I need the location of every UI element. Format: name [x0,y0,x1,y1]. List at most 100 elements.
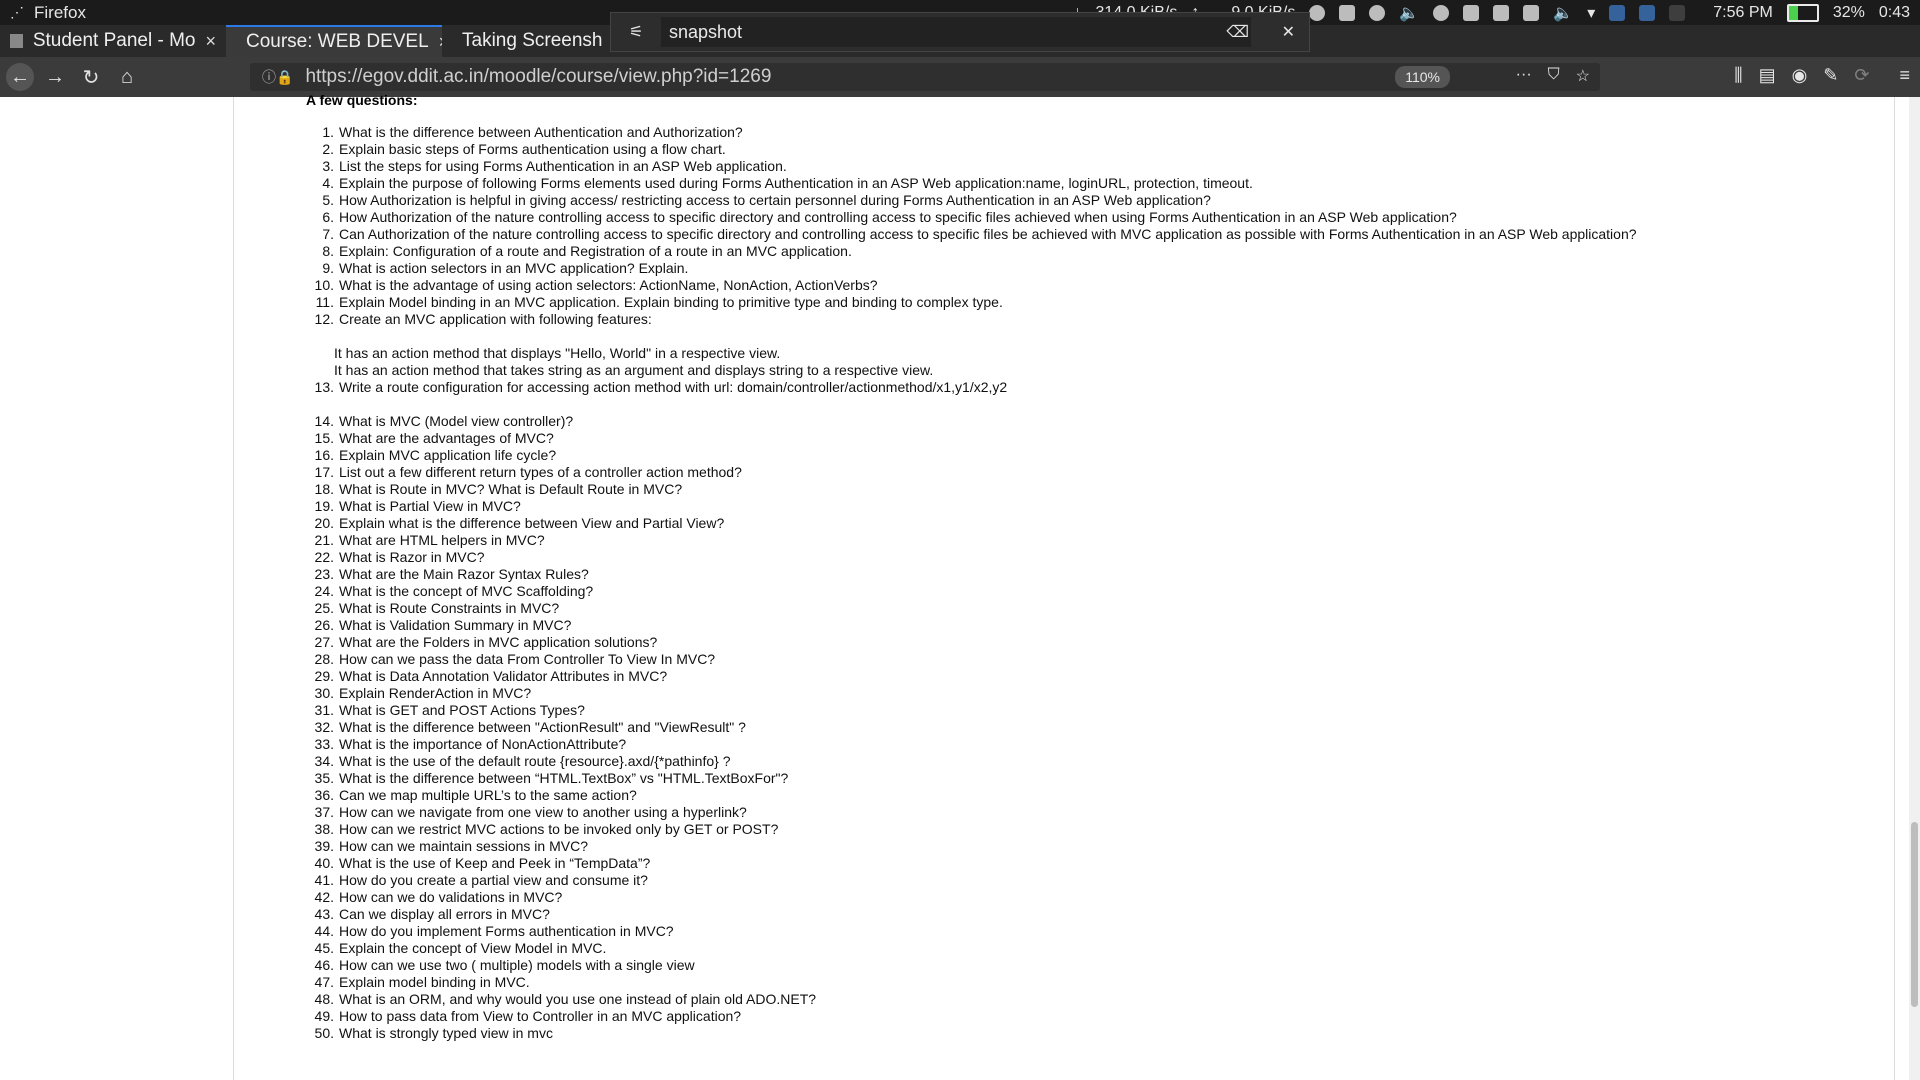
question-number: 44. [314,923,334,939]
close-popup-icon[interactable]: ✕ [1282,22,1295,42]
address-bar-actions: ··· ⛉ ☆ [1516,66,1590,86]
page-content: A few questions: 1. What is the differenc… [0,92,1920,1080]
question-text: List out a few different return types of… [339,464,742,480]
toolbar-right-icons: ⫼ ▤ ◉ ✎ ⟳ ≡ [1734,65,1910,86]
volume-icon[interactable]: 🔈 [1399,3,1419,23]
reload-icon[interactable]: ↻ [76,65,106,90]
question-text: What is the difference between Authentic… [339,124,743,140]
question-number: 20. [314,515,334,531]
question-number: 39. [314,838,334,854]
forward-arrow-icon[interactable]: → [40,66,70,89]
question-number: 16. [314,447,334,463]
question-text: What is Partial View in MVC? [339,498,521,514]
clock[interactable]: 7:56 PM [1713,4,1773,22]
question-number: 50. [314,1025,334,1041]
question-number: 48. [314,991,334,1007]
question-text: What is the difference between "ActionRe… [339,719,746,735]
tab-taking-screenshots[interactable]: Taking Screensh [442,25,612,57]
question-number: 21. [314,532,334,548]
question-number: 9. [322,260,334,276]
sidebar-icon[interactable]: ▤ [1759,65,1776,86]
extension-icon[interactable]: ✎ [1823,65,1838,86]
question-number: 11. [315,294,334,310]
bookmark-star-icon[interactable]: ☆ [1576,66,1590,86]
q12-feature-note: It has an action method that displays "H… [334,345,781,361]
question-number: 40. [314,855,334,871]
question-number: 19. [314,498,334,514]
question-text: Explain basic steps of Forms authenticat… [339,141,726,157]
app-indicator[interactable]: ⋰ Firefox [10,3,86,23]
question-number: 35. [314,770,334,786]
workspace-1-icon[interactable] [1609,4,1626,21]
zoom-level-badge[interactable]: 110% [1395,66,1450,88]
question-number: 31. [314,702,334,718]
question-text: Explain the purpose of following Forms e… [339,175,1253,191]
question-text: What are HTML helpers in MVC? [339,532,545,548]
question-number: 29. [314,668,334,684]
pocket-icon[interactable]: ⛉ [1548,66,1560,86]
question-text: What is Data Annotation Validator Attrib… [339,668,668,684]
question-text: How can we pass the data From Controller… [339,651,716,667]
question-text: What is Route in MVC? What is Default Ro… [339,481,683,497]
scrollbar-thumb[interactable] [1911,822,1918,1007]
extension-2-icon[interactable]: ⟳ [1854,65,1869,86]
question-number: 28. [314,651,334,667]
media-play-icon[interactable] [1309,4,1326,21]
question-number: 4. [322,175,334,191]
wifi-icon[interactable] [1433,4,1450,21]
speaker-icon[interactable]: 🔈 [1553,3,1573,23]
question-number: 1. [322,124,334,140]
question-text: What is the concept of MVC Scaffolding? [339,583,594,599]
question-text: What are the Folders in MVC application … [339,634,658,650]
question-text: What is GET and POST Actions Types? [339,702,585,718]
dropdown-triangle-icon[interactable]: ▾ [1587,3,1595,23]
leaf-icon[interactable] [1369,4,1386,21]
question-number: 17. [314,464,334,480]
back-arrow-icon[interactable]: ← [6,63,34,91]
question-text: Explain the concept of View Model in MVC… [339,940,607,956]
question-number: 33. [314,736,334,752]
question-text: How can we use two ( multiple) models wi… [339,957,695,973]
question-text: Create an MVC application with following… [339,311,652,327]
hamburger-menu-icon[interactable]: ≡ [1899,65,1910,86]
library-icon[interactable]: ⫼ [1734,65,1742,86]
app-menu-icon[interactable]: ⋰ [10,4,24,21]
user-switch-icon[interactable] [1463,4,1480,21]
settings-sliders-icon[interactable]: ⚟ [629,22,643,42]
battery-time: 0:43 [1878,3,1910,21]
question-text: Explain Model binding in an MVC applicat… [339,294,1003,310]
tab-course-web-devel[interactable]: Course: WEB DEVEL × [226,25,442,57]
account-icon[interactable]: ◉ [1792,65,1808,86]
question-text: Explain what is the difference between V… [339,515,725,531]
site-info-lock-icon[interactable]: ⓘ🔒 [262,67,293,87]
question-text: What is the use of the default route {re… [339,753,731,769]
snapshot-search-input[interactable]: snapshot [661,17,1251,47]
address-bar[interactable]: ⓘ🔒 https://egov.ddit.ac.in/moodle/course… [250,63,1600,91]
question-text: How can we restrict MVC actions to be in… [339,821,779,837]
close-tab-icon[interactable]: × [205,31,216,52]
question-text: What are the advantages of MVC? [339,430,554,446]
clear-input-icon[interactable]: ⌫ [1226,22,1249,42]
workspace-3-icon[interactable] [1669,4,1686,21]
clipboard-icon[interactable] [1523,4,1540,21]
screenshot-tool-icon[interactable] [1493,4,1510,21]
question-number: 24. [314,583,334,599]
question-text: What is MVC (Model view controller)? [339,413,574,429]
question-number: 8. [322,243,334,259]
question-number: 14. [314,413,334,429]
workspace-2-icon[interactable] [1639,4,1656,21]
network-graph-icon[interactable] [1339,4,1356,21]
question-text: Explain MVC application life cycle? [339,447,557,463]
home-icon[interactable]: ⌂ [112,66,142,89]
question-text: Write a route configuration for accessin… [339,379,1008,395]
tab-student-panel[interactable]: Student Panel - Mo × [0,25,226,57]
question-number: 7. [322,226,334,242]
question-text: How do you implement Forms authenticatio… [339,923,674,939]
question-number: 37. [314,804,334,820]
navigation-toolbar: ← → ↻ ⌂ ⓘ🔒 https://egov.ddit.ac.in/moodl… [0,57,1920,97]
page-actions-icon[interactable]: ··· [1516,66,1532,86]
question-text: Can we display all errors in MVC? [339,906,550,922]
question-number: 13. [314,379,334,395]
question-number: 27. [314,634,334,650]
question-number: 26. [314,617,334,633]
